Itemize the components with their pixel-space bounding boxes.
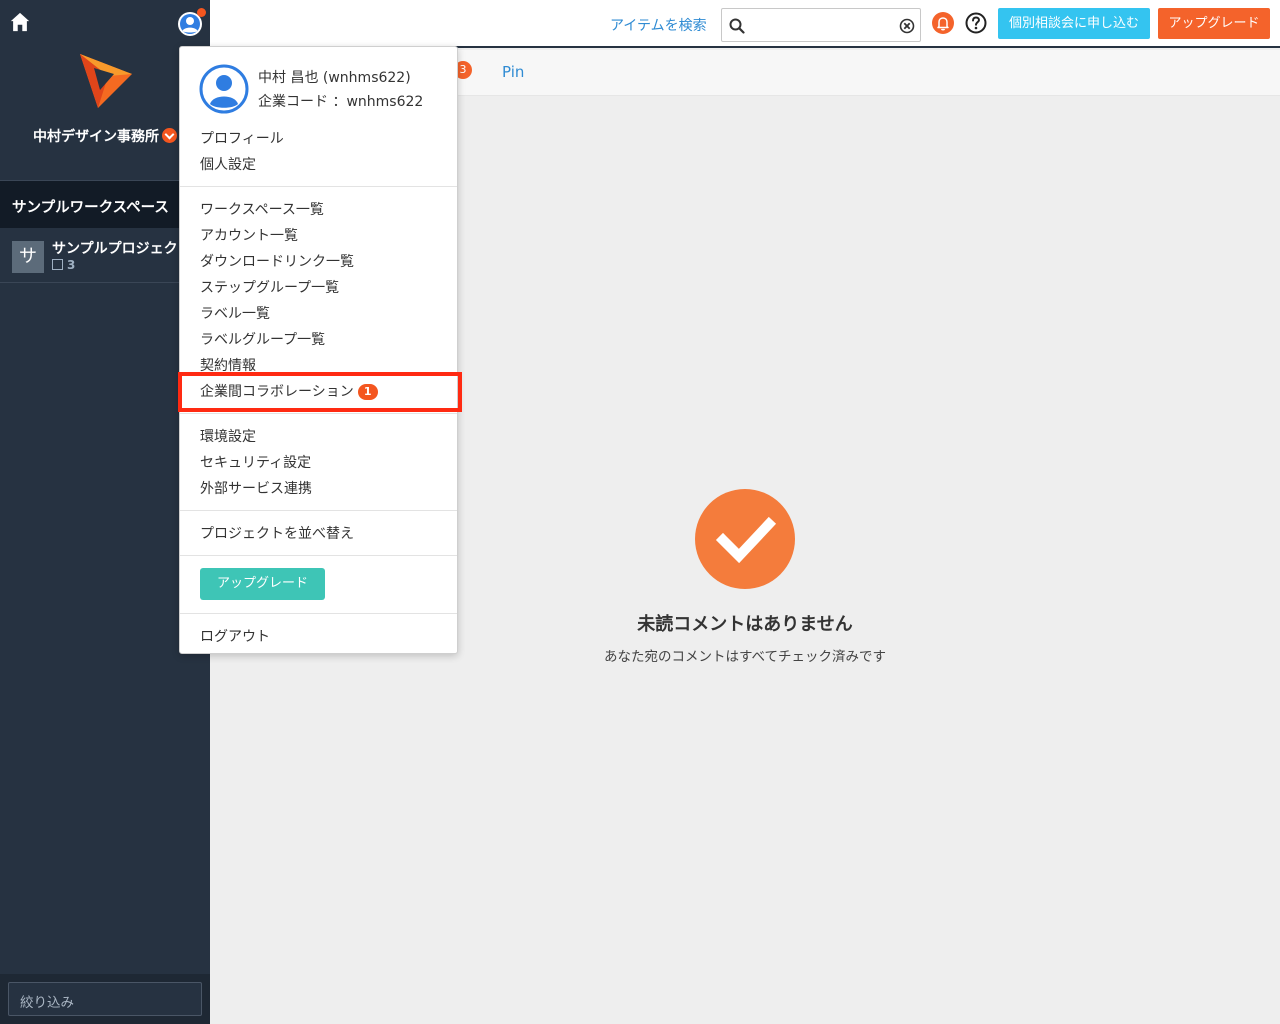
- divider: [180, 510, 457, 511]
- empty-state-title: 未読コメントはありません: [637, 614, 853, 635]
- search-input[interactable]: [721, 8, 921, 42]
- menu-item-security-settings[interactable]: セキュリティ設定: [200, 452, 311, 472]
- menu-item-logout[interactable]: ログアウト: [200, 626, 270, 646]
- bell-icon[interactable]: [931, 11, 955, 35]
- company-code: 企業コード ：wnhms622: [258, 94, 424, 110]
- home-icon[interactable]: [9, 11, 31, 33]
- consultation-button[interactable]: 個別相談会に申し込む: [998, 8, 1150, 39]
- search-items-link[interactable]: アイテムを検索: [610, 15, 707, 35]
- filter-container: 絞り込み: [0, 974, 210, 1024]
- menu-item-workspace-list[interactable]: ワークスペース一覧: [200, 199, 324, 219]
- menu-item-labels[interactable]: ラベル一覧: [200, 303, 270, 323]
- top-bar: アイテムを検索 個別相談会に申し込む アップグレード: [210, 0, 1280, 48]
- menu-item-label-groups[interactable]: ラベルグループ一覧: [200, 329, 325, 349]
- user-menu: 中村 昌也 (wnhms622) 企業コード ：wnhms622 プロフィール …: [179, 46, 458, 654]
- menu-item-download-links[interactable]: ダウンロードリンク一覧: [200, 251, 354, 271]
- divider: [180, 413, 457, 414]
- divider: [180, 613, 457, 614]
- project-avatar: サ: [12, 241, 44, 273]
- highlight-box: [178, 372, 462, 412]
- menu-item-step-groups[interactable]: ステップグループ一覧: [200, 277, 339, 297]
- menu-item-account-list[interactable]: アカウント一覧: [200, 225, 298, 245]
- menu-upgrade-button[interactable]: アップグレード: [200, 568, 325, 600]
- project-count-value: 3: [67, 258, 76, 272]
- user-name: 中村 昌也 (wnhms622): [258, 70, 411, 86]
- tab-pin[interactable]: Pin: [502, 63, 524, 81]
- empty-state-subtitle: あなた宛のコメントはすべてチェック済みです: [603, 649, 886, 665]
- project-task-count: 3: [52, 258, 75, 272]
- company-name: 中村デザイン事務所: [33, 129, 159, 145]
- clear-icon[interactable]: [899, 18, 915, 34]
- menu-item-environment-settings[interactable]: 環境設定: [200, 426, 256, 446]
- upgrade-button[interactable]: アップグレード: [1158, 8, 1270, 39]
- company-logo: [80, 54, 132, 108]
- menu-item-reorder-projects[interactable]: プロジェクトを並べ替え: [200, 523, 354, 543]
- help-icon[interactable]: [965, 12, 987, 34]
- notification-dot: [197, 8, 206, 17]
- menu-item-external-services[interactable]: 外部サービス連携: [200, 478, 312, 498]
- divider: [180, 186, 457, 187]
- search-icon: [729, 18, 745, 34]
- menu-item-personal-settings[interactable]: 個人設定: [200, 154, 256, 174]
- checkmark-icon: [695, 489, 795, 589]
- user-avatar-icon: [199, 64, 249, 114]
- divider: [180, 555, 457, 556]
- checkbox-icon: [52, 259, 63, 270]
- menu-item-profile[interactable]: プロフィール: [200, 128, 284, 148]
- filter-input[interactable]: 絞り込み: [8, 982, 202, 1016]
- chevron-down-icon[interactable]: [162, 128, 177, 143]
